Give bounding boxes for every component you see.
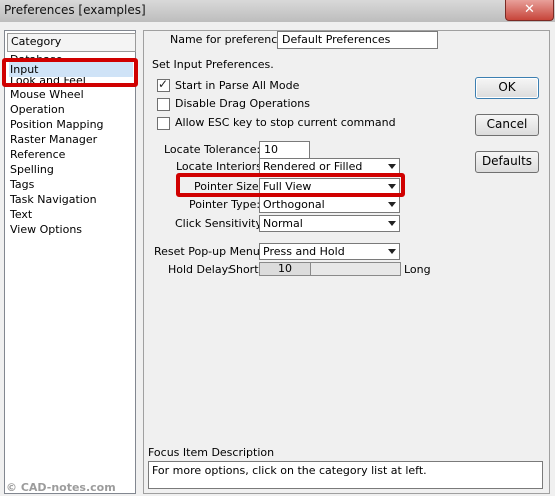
start-parse-all-checkbox[interactable]: ✓ [157, 77, 170, 92]
hold-delay-short-label: Short [229, 263, 259, 276]
annotation-input-highlight [2, 58, 138, 87]
name-for-preferences-label: Name for preferences [170, 33, 290, 46]
chevron-down-icon [388, 249, 396, 254]
category-list-box: Category Database Input Look and Feel Mo… [4, 30, 136, 494]
window-title: Preferences [examples] [4, 3, 146, 17]
reset-popup-value: Press and Hold [263, 245, 345, 258]
focus-description-box: For more options, click on the category … [148, 461, 543, 489]
click-sensitivity-value: Normal [263, 217, 303, 230]
reset-popup-select[interactable]: Press and Hold [259, 243, 400, 260]
pointer-type-select[interactable]: Orthogonal [259, 196, 400, 213]
chevron-down-icon [388, 164, 396, 169]
name-for-preferences-field[interactable]: Default Preferences [277, 31, 438, 49]
allow-esc-checkbox[interactable] [157, 117, 170, 130]
category-item-raster-manager[interactable]: Raster Manager [9, 132, 133, 147]
category-item-view-options[interactable]: View Options [9, 222, 133, 237]
section-title: Set Input Preferences. [152, 58, 274, 71]
disable-drag-label[interactable]: Disable Drag Operations [175, 97, 310, 110]
category-item-operation[interactable]: Operation [9, 102, 133, 117]
start-parse-all-label[interactable]: Start in Parse All Mode [175, 79, 299, 92]
category-item-position-mapping[interactable]: Position Mapping [9, 117, 133, 132]
hold-delay-label: Hold Delay: [168, 263, 231, 276]
category-item-mouse-wheel[interactable]: Mouse Wheel [9, 87, 133, 102]
category-header[interactable]: Category [7, 33, 136, 52]
title-bar: Preferences [examples] ✕ [0, 0, 555, 23]
defaults-button[interactable]: Defaults [475, 151, 539, 173]
category-item-text[interactable]: Text [9, 207, 133, 222]
click-sensitivity-select[interactable]: Normal [259, 215, 400, 232]
checkmark-icon: ✓ [158, 77, 169, 91]
allow-esc-label[interactable]: Allow ESC key to stop current command [175, 116, 396, 129]
hold-delay-long-label: Long [404, 263, 431, 276]
chevron-down-icon [388, 202, 396, 207]
focus-description-title: Focus Item Description [148, 446, 275, 459]
hold-delay-thumb[interactable]: 10 [260, 263, 311, 275]
locate-interiors-label: Locate Interiors: [176, 160, 266, 173]
dialog-client: Category Database Input Look and Feel Mo… [0, 22, 555, 496]
click-sensitivity-label: Click Sensitivity: [175, 217, 265, 230]
category-item-spelling[interactable]: Spelling [9, 162, 133, 177]
locate-tolerance-label: Locate Tolerance: [164, 143, 261, 156]
locate-interiors-value: Rendered or Filled [263, 160, 363, 173]
ok-button[interactable]: OK [475, 77, 539, 99]
watermark-text: © CAD-notes.com [6, 481, 116, 494]
close-icon: ✕ [524, 2, 535, 17]
pointer-type-label: Pointer Type: [189, 198, 261, 211]
hold-delay-slider[interactable]: 10 [259, 262, 401, 276]
locate-tolerance-field[interactable]: 10 [259, 141, 310, 159]
chevron-down-icon [388, 221, 396, 226]
disable-drag-checkbox[interactable] [157, 98, 170, 111]
pointer-type-value: Orthogonal [263, 198, 325, 211]
annotation-pointer-size-highlight [176, 173, 405, 197]
cancel-button[interactable]: Cancel [475, 114, 539, 136]
reset-popup-label: Reset Pop-up Menu: [154, 245, 264, 258]
category-item-reference[interactable]: Reference [9, 147, 133, 162]
category-item-task-navigation[interactable]: Task Navigation [9, 192, 133, 207]
category-item-tags[interactable]: Tags [9, 177, 133, 192]
focus-description-text: For more options, click on the category … [152, 464, 427, 477]
close-button[interactable]: ✕ [505, 0, 554, 21]
preferences-panel: Name for preferences Default Preferences… [143, 30, 550, 494]
